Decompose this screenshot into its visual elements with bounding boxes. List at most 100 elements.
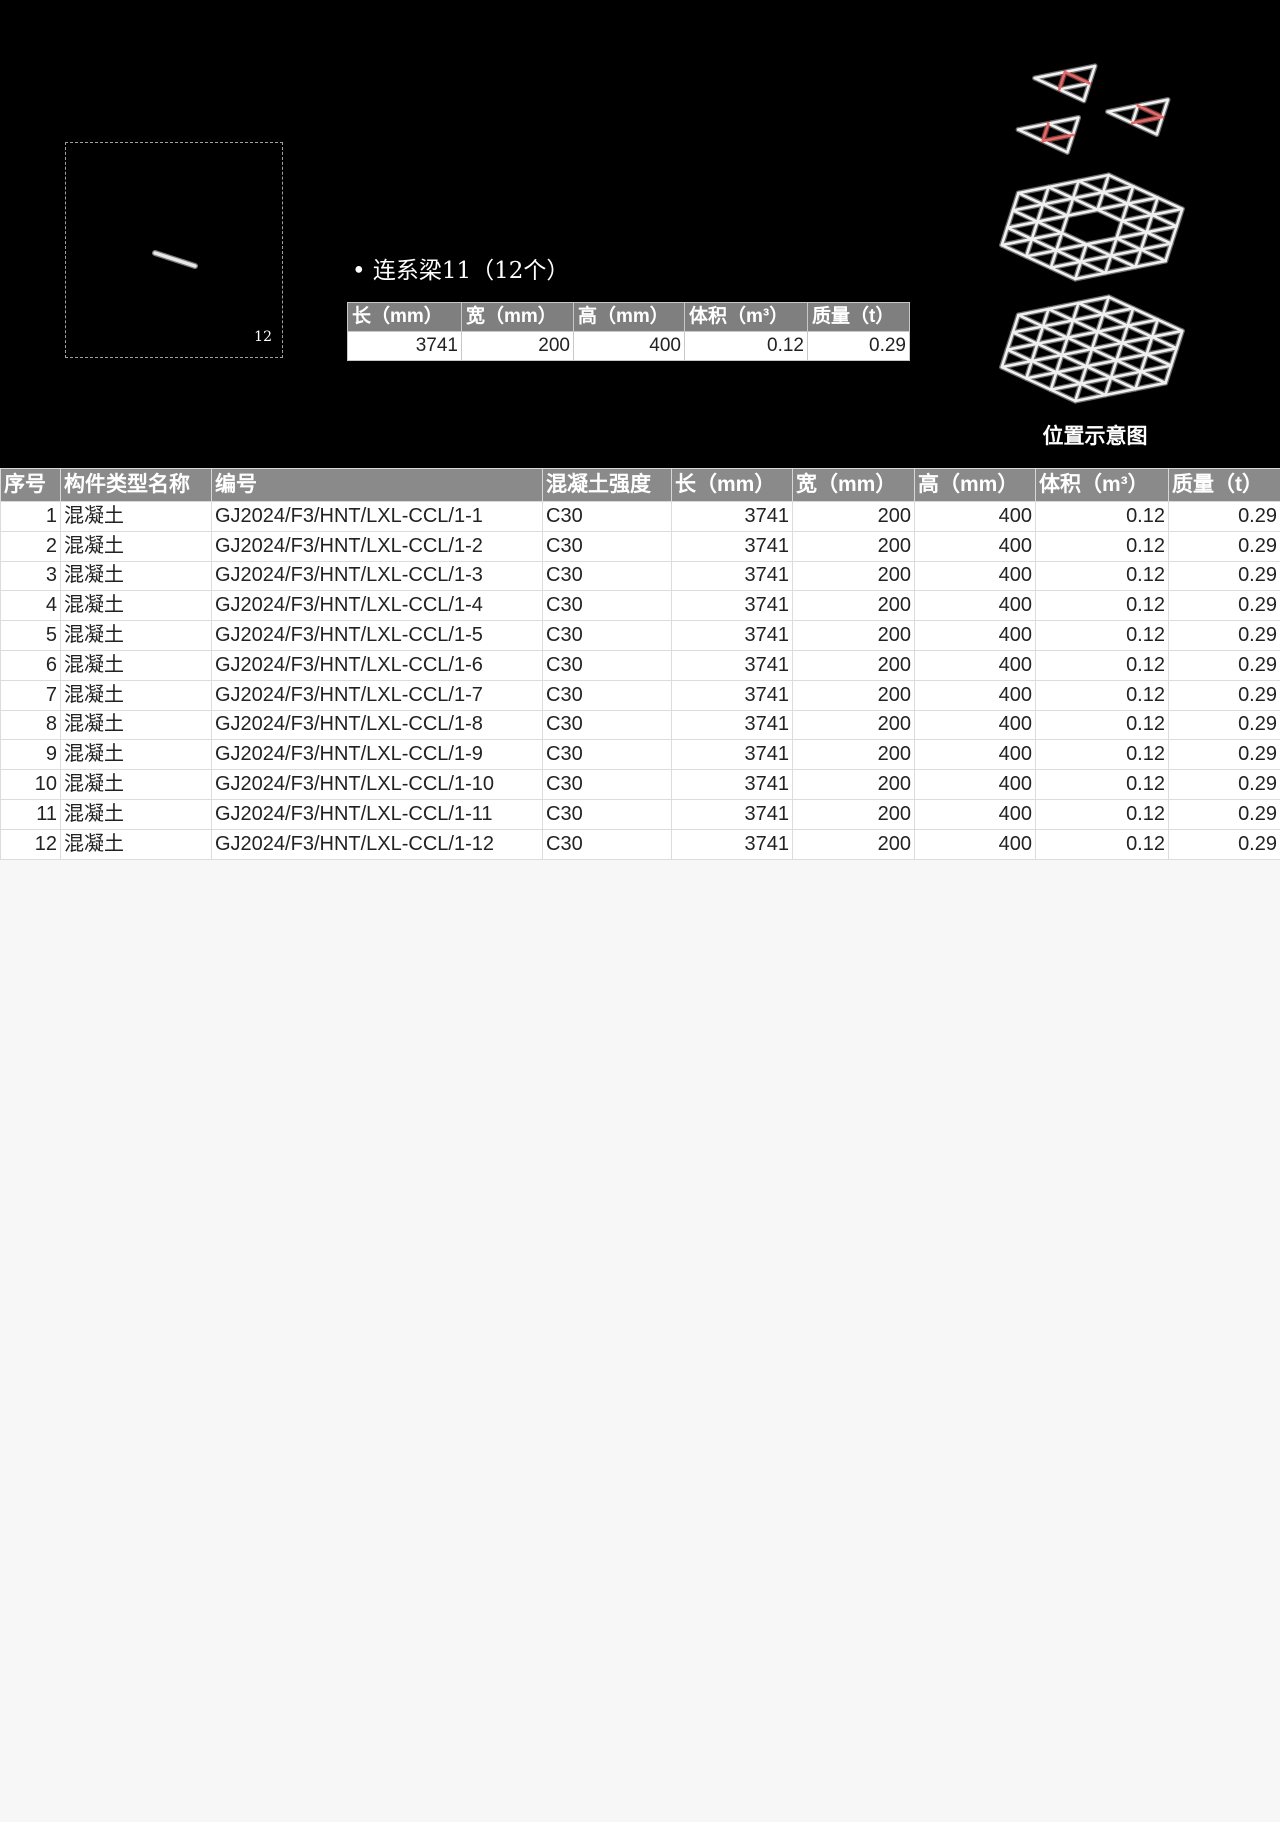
cell-width: 200 [792,649,915,681]
cell-index: 2 [0,530,61,562]
cell-width: 200 [792,798,915,830]
cell-length: 3741 [671,620,793,651]
cell-length: 3741 [671,828,793,860]
table-row: 3 混凝土 GJ2024/F3/HNT/LXL-CCL/1-3 C30 3741 200 4… [0,560,1280,592]
cell-width: 200 [792,620,915,651]
summary-header-width: 宽（mm） [461,302,574,332]
cell-length: 3741 [671,530,793,562]
cell-index: 6 [0,649,61,681]
table-body: 1 混凝土 GJ2024/F3/HNT/LXL-CCL/1-1 C30 3741 200 4… [0,501,1280,860]
cell-index: 1 [0,501,61,532]
table-row: 11 混凝土 GJ2024/F3/HNT/LXL-CCL/1-11 C30 3741 20… [0,798,1280,830]
cell-code: GJ2024/F3/HNT/LXL-CCL/1-4 [211,590,543,622]
cell-concrete-grade: C30 [542,590,672,622]
cell-concrete-grade: C30 [542,828,672,860]
cell-type-name: 混凝土 [60,560,212,592]
cell-height: 400 [914,709,1036,741]
cell-code: GJ2024/F3/HNT/LXL-CCL/1-9 [211,739,543,771]
cell-index: 5 [0,620,61,651]
cell-concrete-grade: C30 [542,530,672,562]
cell-length: 3741 [671,709,793,741]
cell-width: 200 [792,828,915,860]
cell-concrete-grade: C30 [542,620,672,651]
cell-height: 400 [914,560,1036,592]
cell-mass: 0.29 [1168,590,1280,622]
cell-length: 3741 [671,560,793,592]
cell-type-name: 混凝土 [60,739,212,771]
diagram-layer-ring [985,166,1210,288]
summary-header-height: 高（mm） [573,302,685,332]
cell-height: 400 [914,530,1036,562]
cell-type-name: 混凝土 [60,530,212,562]
cell-index: 4 [0,590,61,622]
table-row: 9 混凝土 GJ2024/F3/HNT/LXL-CCL/1-9 C30 3741 200 4… [0,739,1280,771]
cell-concrete-grade: C30 [542,501,672,532]
header-concrete-grade: 混凝土强度 [542,468,672,502]
cell-height: 400 [914,769,1036,800]
cell-code: GJ2024/F3/HNT/LXL-CCL/1-2 [211,530,543,562]
header-code: 编号 [211,468,543,502]
table-row: 12 混凝土 GJ2024/F3/HNT/LXL-CCL/1-12 C30 3741 20… [0,828,1280,860]
cell-index: 9 [0,739,61,771]
cell-width: 200 [792,679,915,711]
cell-length: 3741 [671,679,793,711]
cell-volume: 0.12 [1035,560,1169,592]
cell-type-name: 混凝土 [60,501,212,532]
cell-mass: 0.29 [1168,739,1280,771]
summary-mass: 0.29 [807,331,910,361]
header-width: 宽（mm） [792,468,915,502]
summary-width: 200 [461,331,574,361]
cell-code: GJ2024/F3/HNT/LXL-CCL/1-10 [211,769,543,800]
component-summary-table: 长（mm） 宽（mm） 高（mm） 体积（m³） 质量（t） 3741 200 … [347,302,910,361]
cell-concrete-grade: C30 [542,739,672,771]
cell-width: 200 [792,560,915,592]
table-header-row: 序号 构件类型名称 编号 混凝土强度 长（mm） 宽（mm） 高（mm） 体积（m³） 质量（t… [0,468,1280,502]
cell-width: 200 [792,530,915,562]
cell-volume: 0.12 [1035,769,1169,800]
cell-length: 3741 [671,798,793,830]
cell-volume: 0.12 [1035,501,1169,532]
component-thumbnail: 12 [65,142,283,358]
cell-height: 400 [914,828,1036,860]
summary-header-volume: 体积（m³） [684,302,808,332]
table-row: 6 混凝土 GJ2024/F3/HNT/LXL-CCL/1-6 C30 3741 200 4… [0,649,1280,681]
table-row: 10 混凝土 GJ2024/F3/HNT/LXL-CCL/1-10 C30 3741 20… [0,769,1280,800]
summary-volume: 0.12 [684,331,808,361]
cell-length: 3741 [671,769,793,800]
cell-concrete-grade: C30 [542,649,672,681]
cell-mass: 0.29 [1168,620,1280,651]
cell-mass: 0.29 [1168,649,1280,681]
cell-volume: 0.12 [1035,739,1169,771]
cell-mass: 0.29 [1168,501,1280,532]
cell-volume: 0.12 [1035,798,1169,830]
cell-code: GJ2024/F3/HNT/LXL-CCL/1-3 [211,560,543,592]
cell-code: GJ2024/F3/HNT/LXL-CCL/1-8 [211,709,543,741]
beam-preview-icon [152,250,198,269]
cell-type-name: 混凝土 [60,649,212,681]
cell-width: 200 [792,501,915,532]
cell-concrete-grade: C30 [542,560,672,592]
table-row: 1 混凝土 GJ2024/F3/HNT/LXL-CCL/1-1 C30 3741 200 4… [0,501,1280,532]
cell-code: GJ2024/F3/HNT/LXL-CCL/1-1 [211,501,543,532]
table-row: 2 混凝土 GJ2024/F3/HNT/LXL-CCL/1-2 C30 3741 200 4… [0,530,1280,562]
cell-height: 400 [914,679,1036,711]
header-type-name: 构件类型名称 [60,468,212,502]
table-row: 8 混凝土 GJ2024/F3/HNT/LXL-CCL/1-8 C30 3741 200 4… [0,709,1280,741]
cell-index: 8 [0,709,61,741]
cell-height: 400 [914,739,1036,771]
cell-volume: 0.12 [1035,709,1169,741]
summary-header-length: 长（mm） [347,302,462,332]
cell-height: 400 [914,590,1036,622]
cell-mass: 0.29 [1168,530,1280,562]
cell-mass: 0.29 [1168,769,1280,800]
summary-length: 3741 [347,331,462,361]
cell-length: 3741 [671,590,793,622]
cell-type-name: 混凝土 [60,679,212,711]
cell-volume: 0.12 [1035,649,1169,681]
header-height: 高（mm） [914,468,1036,502]
summary-header-row: 长（mm） 宽（mm） 高（mm） 体积（m³） 质量（t） [347,302,910,332]
diagram-caption: 位置示意图 [1042,423,1148,448]
position-diagram [985,40,1210,420]
cell-concrete-grade: C30 [542,769,672,800]
cell-width: 200 [792,769,915,800]
